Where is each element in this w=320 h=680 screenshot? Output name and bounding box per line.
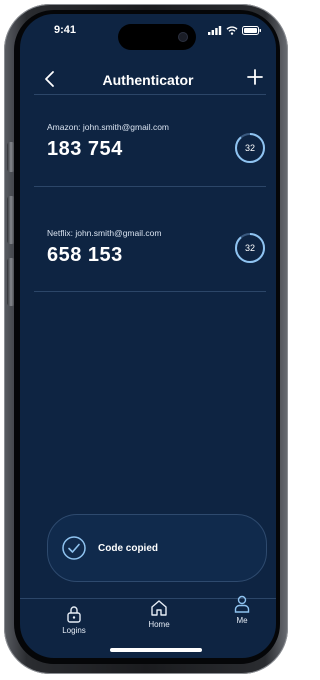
account-item[interactable]: Amazon: john.smith@gmail.com 183 754 32	[20, 122, 276, 222]
item-divider	[34, 291, 266, 292]
plus-icon[interactable]	[246, 68, 264, 86]
otp-code[interactable]: 183 754	[47, 138, 123, 161]
account-label: Amazon: john.smith@gmail.com	[47, 122, 170, 132]
tab-label: Home	[148, 620, 170, 629]
tab-logins[interactable]: Logins	[44, 605, 104, 649]
timer-seconds: 32	[244, 143, 255, 153]
app-screen: 9:41 Authenticator Amazon: john.smith@gm…	[20, 14, 276, 658]
signal-icon	[208, 26, 222, 35]
wifi-icon	[226, 26, 238, 35]
camera-icon	[178, 32, 188, 42]
tab-me[interactable]: Me	[212, 595, 272, 639]
tab-label: Logins	[62, 626, 86, 635]
otp-code[interactable]: 658 153	[47, 244, 123, 267]
battery-icon	[242, 26, 261, 35]
toast-message: Code copied	[98, 543, 159, 554]
tab-label: Me	[236, 616, 248, 625]
status-time: 9:41	[54, 24, 77, 36]
home-icon	[151, 600, 167, 616]
tab-home[interactable]: Home	[129, 599, 189, 643]
toast-notification: Code copied	[47, 514, 267, 582]
app-header: Authenticator	[20, 58, 276, 106]
countdown-timer: 32	[234, 132, 266, 164]
item-divider	[34, 186, 266, 187]
page-title: Authenticator	[102, 72, 194, 88]
timer-seconds: 32	[244, 243, 255, 253]
lock-icon	[67, 606, 81, 623]
header-divider	[34, 94, 266, 95]
check-circle-icon	[62, 536, 86, 560]
home-indicator[interactable]	[110, 648, 202, 652]
account-item[interactable]: Netflix: john.smith@gmail.com 658 153 32	[20, 228, 276, 328]
account-label: Netflix: john.smith@gmail.com	[47, 228, 162, 238]
dynamic-island	[118, 24, 196, 50]
countdown-timer: 32	[234, 232, 266, 264]
user-icon	[234, 595, 250, 613]
status-icons	[208, 26, 262, 35]
